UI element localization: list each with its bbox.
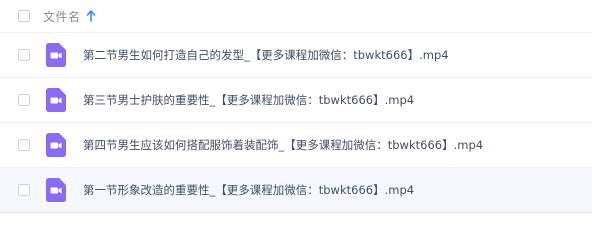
column-header-filename[interactable]: 文件名	[43, 8, 81, 25]
file-name[interactable]: 第三节男士护肤的重要性_【更多课程加微信：tbwkt666】.mp4	[83, 92, 414, 108]
sort-ascending-icon[interactable]	[86, 10, 96, 22]
file-row[interactable]: 第四节男生应该如何搭配服饰着装配饰_【更多课程加微信：tbwkt666】.mp4	[0, 123, 592, 168]
file-row-selected[interactable]: 第一节形象改造的重要性_【更多课程加微信：tbwkt666】.mp4	[0, 168, 592, 213]
video-file-icon	[46, 133, 66, 157]
video-file-icon	[46, 88, 66, 112]
file-row[interactable]: 第三节男士护肤的重要性_【更多课程加微信：tbwkt666】.mp4	[0, 78, 592, 123]
row-checkbox[interactable]	[18, 49, 30, 61]
video-file-icon	[46, 178, 66, 202]
file-name[interactable]: 第四节男生应该如何搭配服饰着装配饰_【更多课程加微信：tbwkt666】.mp4	[83, 137, 483, 153]
file-row[interactable]: 第二节男生如何打造自己的发型_【更多课程加微信：tbwkt666】.mp4	[0, 33, 592, 78]
row-checkbox[interactable]	[18, 94, 30, 106]
file-name[interactable]: 第一节形象改造的重要性_【更多课程加微信：tbwkt666】.mp4	[83, 182, 414, 198]
select-all-checkbox[interactable]	[18, 10, 30, 22]
row-checkbox[interactable]	[18, 184, 30, 196]
row-checkbox[interactable]	[18, 139, 30, 151]
file-list: 文件名 第二节男生如何打造自己的发型_【更多课程加微信：tbwkt666】.mp…	[0, 0, 592, 249]
file-name[interactable]: 第二节男生如何打造自己的发型_【更多课程加微信：tbwkt666】.mp4	[83, 47, 449, 63]
file-list-header: 文件名	[0, 0, 592, 33]
video-file-icon	[46, 43, 66, 67]
